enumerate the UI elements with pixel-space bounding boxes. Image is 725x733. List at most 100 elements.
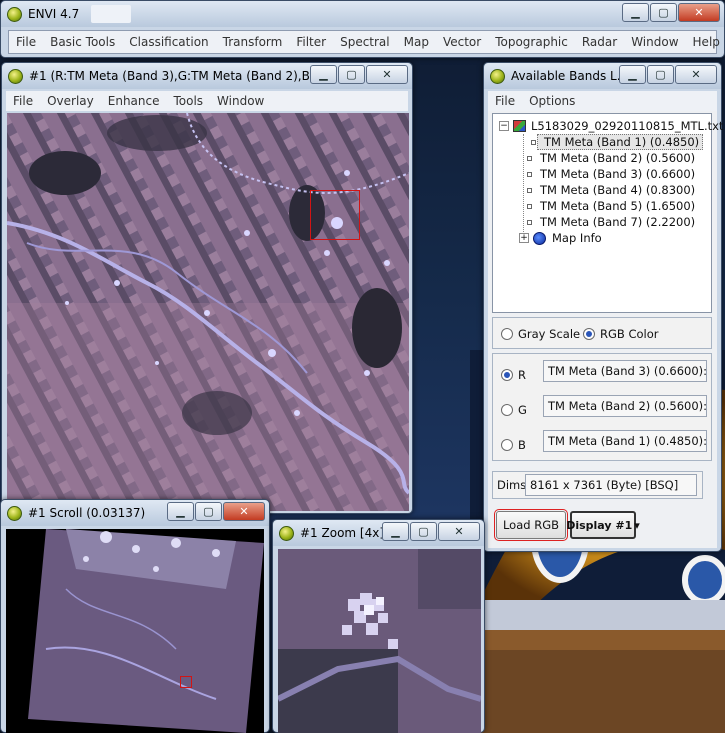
image-window-title: #1 (R:TM Meta (Band 3),G:TM Meta (Band 2… xyxy=(29,69,319,83)
rgb-color-option[interactable]: RGB Color xyxy=(583,326,658,342)
scroll-window-icon xyxy=(7,505,22,521)
channel-g-radio[interactable] xyxy=(501,404,513,416)
channel-r-label: R xyxy=(518,368,526,382)
channel-b-field[interactable]: TM Meta (Band 1) (0.4850):L518 xyxy=(543,430,707,452)
display-select-label: Display #1 xyxy=(566,518,633,532)
satellite-image-view[interactable] xyxy=(7,113,409,511)
bands-maximize-button[interactable]: ▢ xyxy=(647,65,674,84)
menu-spectral[interactable]: Spectral xyxy=(333,35,397,49)
menu-radar[interactable]: Radar xyxy=(575,35,624,49)
band-leaf-icon xyxy=(527,203,532,209)
load-rgb-button[interactable]: Load RGB xyxy=(494,509,568,541)
band-item-2[interactable]: TM Meta (Band 2) (0.5600) xyxy=(527,150,696,166)
image-close-button[interactable]: ✕ xyxy=(366,65,408,84)
band-item-3[interactable]: TM Meta (Band 3) (0.6600) xyxy=(527,166,695,182)
minimize-icon: ▁ xyxy=(391,525,400,538)
close-button[interactable]: ✕ xyxy=(678,3,720,22)
zoom-window-icon xyxy=(279,525,294,541)
image-window-menubar: File Overlay Enhance Tools Window xyxy=(6,91,408,111)
gray-scale-radio[interactable] xyxy=(501,328,513,340)
band-tree[interactable]: − L5183029_02920110815_MTL.txt TM Meta (… xyxy=(492,113,723,313)
channel-r-radio[interactable] xyxy=(501,369,513,381)
channel-b-radio[interactable] xyxy=(501,439,513,451)
rgb-color-radio[interactable] xyxy=(583,328,595,340)
menu-map[interactable]: Map xyxy=(397,35,436,49)
gray-scale-option[interactable]: Gray Scale xyxy=(501,326,580,342)
band-item-1[interactable]: TM Meta (Band 1) (0.4850) xyxy=(531,134,704,150)
menu-filter[interactable]: Filter xyxy=(289,35,333,49)
image-menu-tools[interactable]: Tools xyxy=(166,94,210,108)
display-select-button[interactable]: Display #1 ▾ xyxy=(566,511,640,539)
channel-g-option[interactable]: G xyxy=(501,402,527,418)
menu-basic-tools[interactable]: Basic Tools xyxy=(43,35,122,49)
dims-field: 8161 x 7361 (Byte) [BSQ] xyxy=(525,474,697,496)
channel-r-field[interactable]: TM Meta (Band 3) (0.6600):L518 xyxy=(543,360,707,382)
image-menu-file[interactable]: File xyxy=(6,94,40,108)
dropdown-arrow-icon: ▾ xyxy=(634,518,640,532)
scroll-maximize-button[interactable]: ▢ xyxy=(195,502,222,521)
zoom-image-view[interactable] xyxy=(278,549,481,733)
zoom-minimize-button[interactable]: ▁ xyxy=(382,522,409,541)
scroll-minimize-button[interactable]: ▁ xyxy=(167,502,194,521)
color-mode-group: Gray Scale RGB Color xyxy=(492,317,712,349)
bands-minimize-button[interactable]: ▁ xyxy=(619,65,646,84)
image-menu-enhance[interactable]: Enhance xyxy=(101,94,167,108)
minimize-icon: ▁ xyxy=(631,6,640,19)
menu-window[interactable]: Window xyxy=(624,35,685,49)
close-icon: ✕ xyxy=(454,525,464,538)
band-leaf-icon xyxy=(531,139,536,145)
band-label: TM Meta (Band 2) (0.5600) xyxy=(540,151,696,165)
file-stack-icon xyxy=(513,120,526,132)
band-item-5[interactable]: TM Meta (Band 5) (1.6500) xyxy=(527,198,695,214)
envi-main-titlebar[interactable]: ENVI 4.7 xyxy=(1,1,724,27)
envi-main-menubar: File Basic Tools Classification Transfor… xyxy=(8,30,720,54)
bands-menu-options[interactable]: Options xyxy=(522,94,582,108)
maximize-icon: ▢ xyxy=(655,68,666,81)
minimize-button[interactable]: ▁ xyxy=(622,3,649,22)
tree-expand-icon[interactable]: + xyxy=(519,233,529,243)
band-item-4[interactable]: TM Meta (Band 4) (0.8300) xyxy=(527,182,695,198)
scroll-selection-box[interactable] xyxy=(180,676,192,688)
channel-r-option[interactable]: R xyxy=(501,367,526,383)
minimize-icon: ▁ xyxy=(176,505,185,518)
zoom-selection-box[interactable] xyxy=(310,190,360,240)
minimize-icon: ▁ xyxy=(628,68,637,81)
menu-topographic[interactable]: Topographic xyxy=(488,35,575,49)
maximize-button[interactable]: ▢ xyxy=(650,3,677,22)
band-leaf-icon xyxy=(527,155,532,161)
image-menu-overlay[interactable]: Overlay xyxy=(40,94,101,108)
zoom-maximize-button[interactable]: ▢ xyxy=(410,522,437,541)
close-icon: ✕ xyxy=(239,505,249,518)
image-minimize-button[interactable]: ▁ xyxy=(310,65,337,84)
scroll-close-button[interactable]: ✕ xyxy=(223,502,265,521)
menu-vector[interactable]: Vector xyxy=(436,35,488,49)
band-leaf-icon xyxy=(527,187,532,193)
menu-transform[interactable]: Transform xyxy=(216,35,290,49)
bands-close-button[interactable]: ✕ xyxy=(675,65,717,84)
bands-menu-file[interactable]: File xyxy=(488,94,522,108)
menu-help[interactable]: Help xyxy=(686,35,725,49)
maximize-icon: ▢ xyxy=(658,6,669,19)
channel-g-field[interactable]: TM Meta (Band 2) (0.5600):L518 xyxy=(543,395,707,417)
load-rgb-label: Load RGB xyxy=(502,518,560,532)
maximize-icon: ▢ xyxy=(346,68,357,81)
scroll-window: #1 Scroll (0.03137) ▁ ▢ ✕ xyxy=(0,499,270,733)
image-menu-window[interactable]: Window xyxy=(210,94,271,108)
map-info-label: Map Info xyxy=(552,231,602,245)
close-icon: ✕ xyxy=(382,68,392,81)
image-maximize-button[interactable]: ▢ xyxy=(338,65,365,84)
channel-g-label: G xyxy=(518,403,527,417)
tree-collapse-icon[interactable]: − xyxy=(499,121,509,131)
image-window-icon xyxy=(8,68,23,84)
close-icon: ✕ xyxy=(694,6,704,19)
tree-file-node[interactable]: − L5183029_02920110815_MTL.txt xyxy=(499,118,723,134)
band-item-6[interactable]: TM Meta (Band 7) (2.2200) xyxy=(527,214,695,230)
scroll-overview-image[interactable] xyxy=(6,529,264,733)
minimize-icon: ▁ xyxy=(319,68,328,81)
zoom-close-button[interactable]: ✕ xyxy=(438,522,480,541)
menu-classification[interactable]: Classification xyxy=(122,35,215,49)
tree-map-info-node[interactable]: + Map Info xyxy=(519,230,602,246)
menu-file[interactable]: File xyxy=(9,35,43,49)
channel-b-option[interactable]: B xyxy=(501,437,526,453)
zoom-window: #1 Zoom [4x] ▁ ▢ ✕ xyxy=(272,519,485,733)
